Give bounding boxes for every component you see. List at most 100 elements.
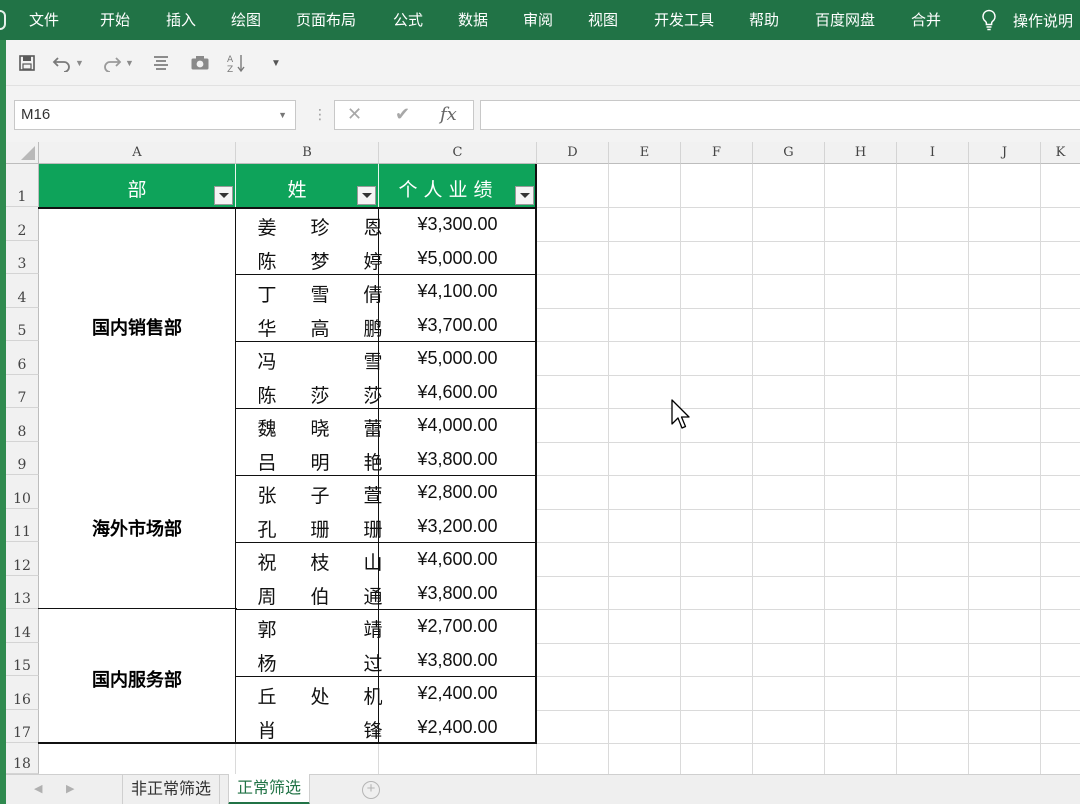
customize-qat-button[interactable]: ▼ [268,52,281,74]
department-cell[interactable]: 国内销售部 [39,314,235,340]
sheet-tab-abnormal-filter[interactable]: 非正常筛选 [122,775,221,804]
row-header-2[interactable]: 2 [6,207,39,241]
header-name[interactable]: 姓 名 [236,164,378,228]
scroll-right-icon[interactable]: ▶ [66,782,74,795]
column-header-j[interactable]: J [969,142,1041,164]
filter-dropdown-performance[interactable] [515,186,534,205]
amount-cell[interactable]: ¥4,000.00 [379,415,536,436]
column-header-b[interactable]: B [236,142,379,164]
undo-dropdown-icon[interactable]: ▼ [75,58,84,68]
enter-icon[interactable]: ✔ [395,104,410,125]
tab-draw[interactable]: 绘图 [231,0,261,40]
sheet-tab-normal-filter[interactable]: 正常筛选 [228,774,311,804]
amount-cell[interactable]: ¥3,200.00 [379,516,536,537]
name-cell[interactable]: 陈梦婷 [236,247,382,273]
header-performance[interactable]: 个人业绩 [379,164,536,207]
name-cell[interactable]: 冯雪 [236,347,382,373]
row-header-7[interactable]: 7 [6,375,39,408]
row-header-3[interactable]: 3 [6,241,39,274]
amount-cell[interactable]: ¥2,400.00 [379,717,536,738]
name-cell[interactable]: 丘处机 [236,682,382,708]
name-cell[interactable]: 丁雪倩 [236,280,382,306]
column-header-k[interactable]: K [1041,142,1080,164]
amount-cell[interactable]: ¥2,800.00 [379,482,536,503]
row-header-10[interactable]: 10 [6,475,39,509]
amount-cell[interactable]: ¥3,800.00 [379,449,536,470]
name-cell[interactable]: 姜珍恩 [236,213,382,239]
amount-cell[interactable]: ¥2,700.00 [379,616,536,637]
tab-data[interactable]: 数据 [458,0,488,40]
sort-button[interactable]: AZ [226,52,248,74]
camera-button[interactable] [190,52,210,74]
amount-cell[interactable]: ¥4,100.00 [379,281,536,302]
insert-function-icon[interactable]: fx [440,104,457,125]
row-header-17[interactable]: 17 [6,710,39,743]
tab-insert[interactable]: 插入 [166,0,196,40]
column-header-a[interactable]: A [39,142,236,164]
redo-button[interactable]: ▼ [102,52,134,74]
amount-cell[interactable]: ¥3,700.00 [379,315,536,336]
name-cell[interactable]: 郭靖 [236,615,382,641]
amount-cell[interactable]: ¥4,600.00 [379,382,536,403]
row-header-15[interactable]: 15 [6,643,39,676]
name-box-dropdown-icon[interactable]: ▼ [278,101,287,129]
column-header-c[interactable]: C [379,142,537,164]
amount-cell[interactable]: ¥3,800.00 [379,650,536,671]
save-button[interactable] [18,52,36,74]
row-header-16[interactable]: 16 [6,676,39,710]
align-button[interactable] [152,52,170,74]
name-cell[interactable]: 吕明艳 [236,448,382,474]
amount-cell[interactable]: ¥2,400.00 [379,683,536,704]
formula-bar-grip-icon[interactable]: ⋮ [313,106,327,123]
select-all-corner[interactable] [6,142,39,164]
name-box[interactable]: M16 ▼ [14,100,296,130]
formula-input[interactable] [480,100,1080,130]
name-cell[interactable]: 魏晓蕾 [236,414,382,440]
filter-dropdown-department[interactable] [214,186,233,205]
tab-home[interactable]: 开始 [100,0,130,40]
tab-developer[interactable]: 开发工具 [654,0,714,40]
column-header-e[interactable]: E [609,142,681,164]
row-header-9[interactable]: 9 [6,442,39,475]
row-header-6[interactable]: 6 [6,341,39,375]
header-department[interactable]: 部 门 [39,164,235,228]
row-header-1[interactable]: 1 [6,164,39,207]
tab-page-layout[interactable]: 页面布局 [296,0,356,40]
row-header-8[interactable]: 8 [6,408,39,442]
tell-me-search[interactable]: 操作说明 [981,0,1073,40]
tab-review[interactable]: 审阅 [523,0,553,40]
row-header-18[interactable]: 18 [6,743,39,774]
column-header-h[interactable]: H [825,142,897,164]
row-header-5[interactable]: 5 [6,308,39,341]
row-header-13[interactable]: 13 [6,576,39,609]
name-cell[interactable]: 张子萱 [236,481,382,507]
tab-baidu-netdisk[interactable]: 百度网盘 [815,0,875,40]
tab-help[interactable]: 帮助 [749,0,779,40]
column-header-f[interactable]: F [681,142,753,164]
amount-cell[interactable]: ¥5,000.00 [379,348,536,369]
tab-merge[interactable]: 合并 [911,0,941,40]
name-cell[interactable]: 陈莎莎 [236,381,382,407]
amount-cell[interactable]: ¥5,000.00 [379,248,536,269]
tab-view[interactable]: 视图 [588,0,618,40]
row-header-4[interactable]: 4 [6,274,39,308]
column-header-g[interactable]: G [753,142,825,164]
column-header-d[interactable]: D [537,142,609,164]
filter-dropdown-name[interactable] [357,186,376,205]
name-cell[interactable]: 华高鹏 [236,314,382,340]
name-cell[interactable]: 祝枝山 [236,548,382,574]
column-header-i[interactable]: I [897,142,969,164]
row-header-12[interactable]: 12 [6,542,39,576]
row-header-14[interactable]: 14 [6,609,39,643]
amount-cell[interactable]: ¥3,800.00 [379,583,536,604]
name-cell[interactable]: 周伯通 [236,582,382,608]
department-cell[interactable]: 海外市场部 [39,515,235,541]
tab-formulas[interactable]: 公式 [393,0,423,40]
undo-button[interactable]: ▼ [52,52,84,74]
redo-dropdown-icon[interactable]: ▼ [125,58,134,68]
department-cell[interactable]: 国内服务部 [39,666,235,692]
add-sheet-icon[interactable]: + [362,781,380,799]
amount-cell[interactable]: ¥3,300.00 [379,214,536,235]
tab-file[interactable]: 文件 [29,0,59,40]
cancel-icon[interactable]: ✕ [347,104,362,125]
